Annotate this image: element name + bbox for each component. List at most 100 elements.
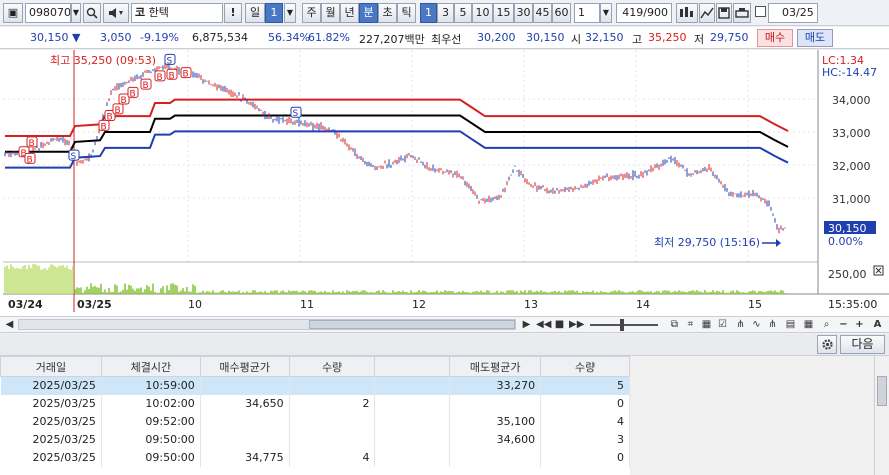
- zoom-search-icon[interactable]: ⌕: [820, 318, 833, 331]
- fast-forward-icon[interactable]: ▶▶: [569, 318, 584, 331]
- volume-bar: [676, 291, 678, 294]
- count-display[interactable]: 419/900: [616, 3, 672, 23]
- volume-bar: [306, 292, 308, 294]
- tool-fork2-icon[interactable]: ⋔: [766, 318, 779, 331]
- tool-fork-icon[interactable]: ⋔: [734, 318, 747, 331]
- date-field[interactable]: 03/25: [768, 3, 818, 23]
- volume-bar: [100, 283, 102, 294]
- volume-bar: [52, 264, 54, 294]
- col-exec-time[interactable]: 체결시간: [100, 356, 201, 377]
- tool-grid-icon[interactable]: ▦: [802, 318, 815, 331]
- volume-bar: [494, 292, 496, 294]
- volume-bar: [446, 291, 448, 294]
- scroll-thumb[interactable]: [309, 320, 515, 329]
- col-buy-avg[interactable]: 매수평균가: [199, 356, 290, 377]
- trend-icon[interactable]: [699, 3, 715, 23]
- interval-3-button[interactable]: 3: [437, 3, 454, 23]
- time-label: 15:35:00: [828, 298, 877, 311]
- gear-icon[interactable]: [817, 335, 837, 354]
- volume-bar: [46, 269, 48, 294]
- interval-10-button[interactable]: 10: [472, 3, 493, 23]
- period-dropdown-icon[interactable]: ▼: [284, 3, 296, 23]
- window-menu-icon[interactable]: ▣: [3, 3, 23, 23]
- sell-button[interactable]: 매도: [797, 29, 833, 47]
- font-size-icon[interactable]: A: [871, 318, 884, 331]
- buy-button[interactable]: 매수: [757, 29, 793, 47]
- volume-bar: [406, 292, 408, 294]
- tool-group-icon[interactable]: ⧉: [668, 318, 681, 331]
- period-week-button[interactable]: 주: [302, 3, 321, 23]
- interval-15-button[interactable]: 15: [493, 3, 514, 23]
- print-icon[interactable]: [733, 3, 751, 23]
- speaker-icon[interactable]: [103, 3, 129, 23]
- chart-settings-icon[interactable]: [676, 3, 698, 23]
- volume-bar: [476, 290, 478, 294]
- table-row[interactable]: 2025/03/25 09:50:00 34,775 4 0: [0, 448, 630, 467]
- table-scroll-thumb[interactable]: [877, 376, 887, 406]
- search-icon[interactable]: [83, 3, 101, 23]
- volume-bar: [480, 290, 482, 294]
- volume-bar: [496, 290, 498, 294]
- period-minute-button[interactable]: 분: [359, 3, 378, 23]
- volume-bar: [162, 286, 164, 294]
- market-prefix: 코: [135, 6, 146, 19]
- alert-button[interactable]: !: [224, 3, 242, 23]
- period-tick-button[interactable]: 틱: [397, 3, 416, 23]
- zoom-slider[interactable]: [590, 319, 658, 331]
- table-row[interactable]: 2025/03/25 10:02:00 34,650 2 0: [0, 394, 630, 413]
- next-button[interactable]: 다음: [840, 335, 885, 354]
- period-day-button[interactable]: 일: [245, 3, 265, 23]
- interval-select[interactable]: 1: [574, 3, 600, 23]
- save-icon[interactable]: [716, 3, 732, 23]
- tool-check-icon[interactable]: ☑: [716, 318, 729, 331]
- period-count-field[interactable]: 1: [265, 3, 283, 23]
- col-buy-qty[interactable]: 수량: [288, 356, 376, 377]
- volume-bar: [506, 290, 508, 294]
- volume-bar: [142, 292, 144, 294]
- scroll-right-icon[interactable]: ▶: [520, 318, 533, 331]
- interval-1-button[interactable]: 1: [420, 3, 437, 23]
- interval-5-button[interactable]: 5: [454, 3, 472, 23]
- volume-bar: [88, 288, 90, 294]
- stock-code-field[interactable]: 098070: [25, 3, 71, 23]
- interval-30-button[interactable]: 30: [514, 3, 533, 23]
- tool-ruler-icon[interactable]: ▤: [784, 318, 797, 331]
- col-trade-date[interactable]: 거래일: [0, 356, 102, 377]
- price-chart[interactable]: BBBBBBBBBB B BSSS 최고 35,250 (09:53) 최저 29,…: [0, 50, 889, 316]
- volume-bar: [96, 287, 98, 294]
- volume-bar: [318, 292, 320, 294]
- interval-60-button[interactable]: 60: [552, 3, 571, 23]
- tool-table-icon[interactable]: ▦: [700, 318, 713, 331]
- table-row[interactable]: 2025/03/25 09:50:00 34,600 3: [0, 430, 630, 449]
- period-month-button[interactable]: 월: [321, 3, 340, 23]
- stock-name-field[interactable]: 코 한텍: [131, 3, 223, 23]
- volume-bar: [712, 290, 714, 294]
- period-year-button[interactable]: 년: [340, 3, 359, 23]
- interval-45-button[interactable]: 45: [533, 3, 552, 23]
- volume-bar: [144, 289, 146, 294]
- col-sell-qty[interactable]: 수량: [540, 356, 630, 377]
- col-blank[interactable]: [374, 356, 451, 377]
- cell-blank: [374, 376, 451, 395]
- volume-bar: [778, 292, 780, 294]
- interval-dropdown-icon[interactable]: ▼: [600, 3, 612, 23]
- tool-wave-icon[interactable]: ∿: [750, 318, 763, 331]
- volume-bar: [514, 291, 516, 294]
- zoom-in-icon[interactable]: +: [853, 318, 866, 331]
- zoom-out-icon[interactable]: −: [837, 318, 850, 331]
- tool-crosshair-icon[interactable]: ⌗: [684, 318, 697, 331]
- scroll-left-icon[interactable]: ◀: [3, 318, 16, 331]
- table-row[interactable]: 2025/03/25 09:52:00 35,100 4: [0, 412, 630, 431]
- table-row[interactable]: 2025/03/25 10:59:00 33,270 5: [0, 376, 630, 395]
- scroll-track[interactable]: [18, 319, 516, 330]
- period-second-button[interactable]: 초: [378, 3, 397, 23]
- date-checkbox[interactable]: [755, 6, 766, 17]
- code-dropdown-icon[interactable]: ▼: [71, 3, 81, 23]
- col-sell-avg[interactable]: 매도평균가: [449, 356, 542, 377]
- table-vertical-scrollbar[interactable]: [874, 356, 889, 475]
- zoom-slider-handle[interactable]: [620, 319, 624, 331]
- buy-marker-text: B: [29, 139, 35, 149]
- rewind-icon[interactable]: ◀◀: [536, 318, 551, 331]
- volume-bar: [400, 291, 402, 294]
- stop-icon[interactable]: ■: [553, 318, 566, 331]
